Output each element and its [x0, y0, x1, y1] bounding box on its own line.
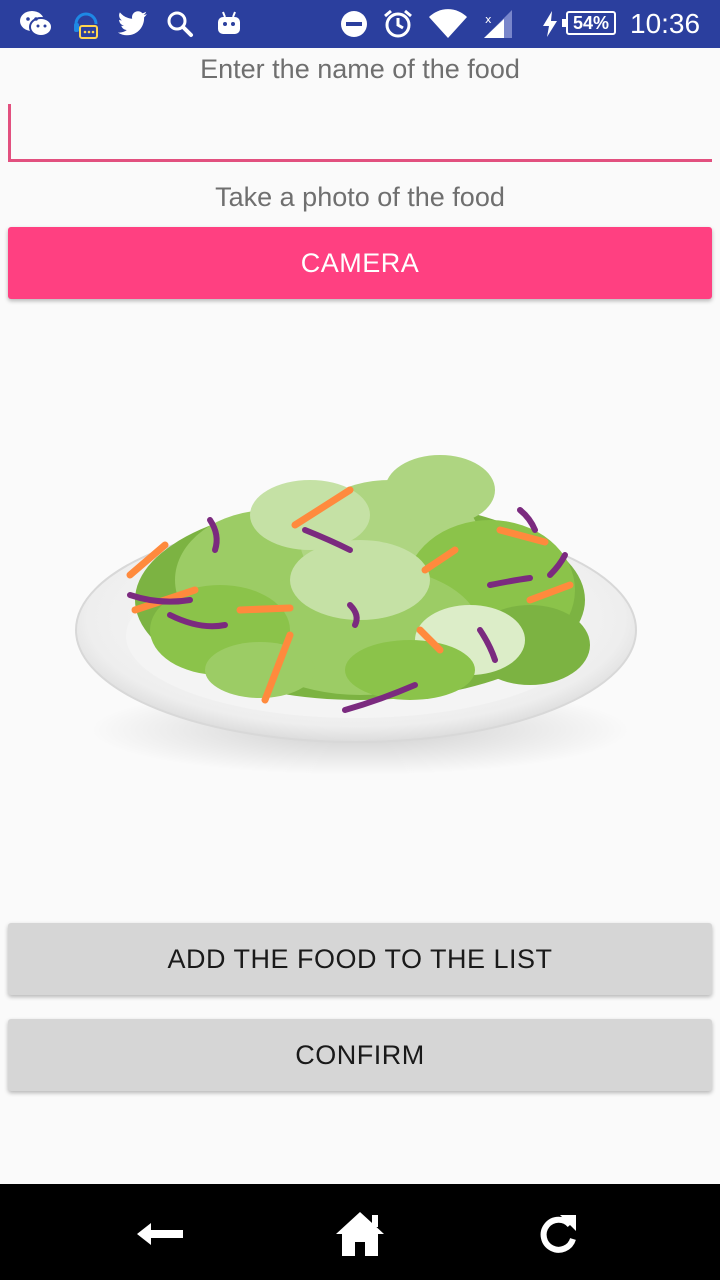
back-arrow-icon[interactable]	[132, 1208, 188, 1260]
refresh-icon[interactable]	[530, 1208, 586, 1260]
android-robot-icon	[214, 8, 244, 40]
charging-bolt-icon	[540, 8, 560, 40]
wechat-icon	[18, 8, 54, 40]
camera-button[interactable]: CAMERA	[8, 227, 712, 299]
headset-chat-icon	[70, 8, 102, 40]
navigation-bar	[0, 1184, 720, 1280]
cell-signal-icon: x	[481, 8, 515, 40]
search-icon	[165, 8, 195, 40]
take-photo-label: Take a photo of the food	[215, 182, 505, 212]
do-not-disturb-icon	[338, 8, 370, 40]
svg-text:x: x	[485, 13, 492, 26]
wifi-icon	[428, 8, 468, 40]
battery-indicator: 54%	[562, 11, 616, 35]
confirm-button[interactable]: CONFIRM	[8, 1019, 712, 1091]
home-icon[interactable]	[332, 1208, 388, 1260]
app-screen: x 54% 10:36 Enter the name of the food T…	[0, 0, 720, 1280]
twitter-icon	[117, 8, 149, 40]
alarm-icon	[382, 8, 414, 40]
food-name-label: Enter the name of the food	[200, 54, 520, 84]
food-name-input[interactable]	[8, 104, 712, 162]
add-food-to-list-button[interactable]: ADD THE FOOD TO THE LIST	[8, 923, 712, 995]
status-bar: x 54% 10:36	[0, 0, 720, 48]
status-clock: 10:36	[630, 8, 701, 39]
food-photo	[60, 430, 660, 790]
